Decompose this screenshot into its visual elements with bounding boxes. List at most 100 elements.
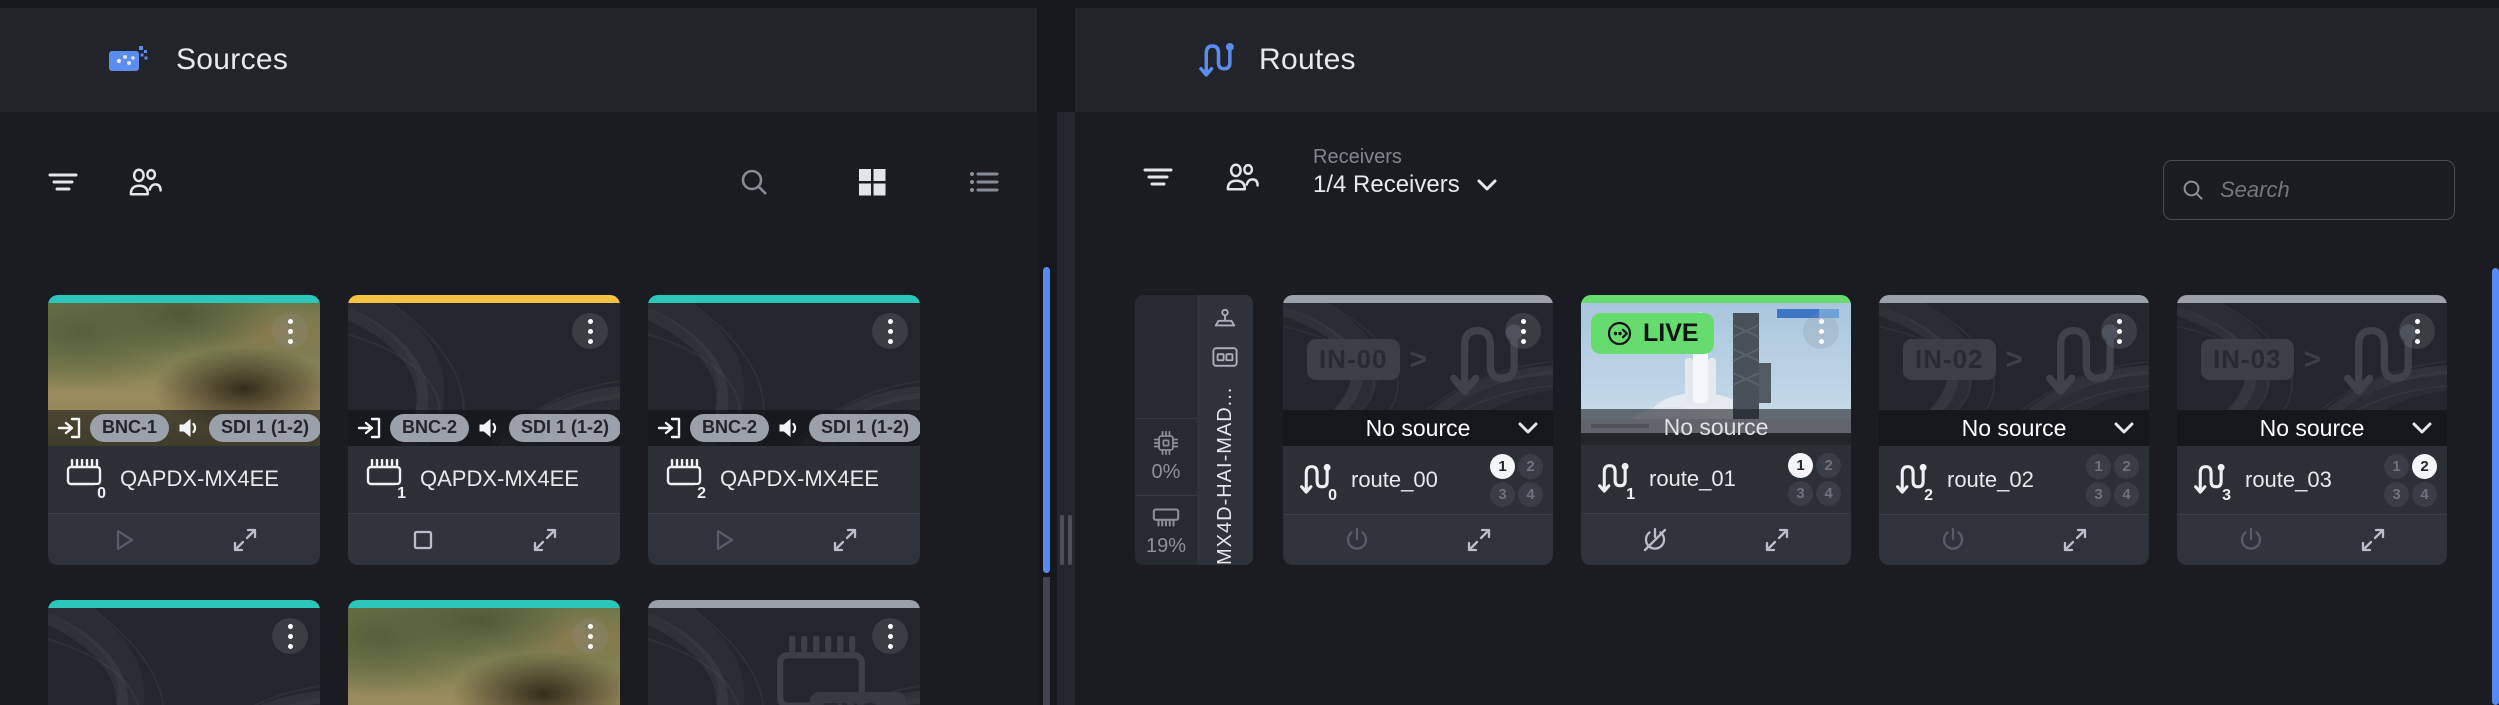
route-thumbnail: LIVE No source [1581, 303, 1851, 445]
search-box[interactable] [2163, 160, 2455, 220]
route-status-bar [2177, 295, 2447, 303]
expand-button[interactable] [229, 524, 261, 556]
source-card[interactable] [348, 600, 620, 705]
list-view-icon[interactable] [967, 165, 1001, 199]
ghost-input-label: IN-02 [1903, 339, 1996, 380]
route-status-bar [1581, 295, 1851, 303]
output-badge[interactable]: 1 [1788, 453, 1813, 478]
source-select-dropdown[interactable]: No source [1879, 410, 2149, 446]
kebab-menu-button[interactable] [1803, 313, 1839, 349]
kebab-menu-button[interactable] [572, 618, 608, 654]
source-thumbnail: BNC-1 SDI 1 (1-2) [48, 303, 320, 446]
source-card[interactable]: BNC-2 SDI 1 (1-2) [348, 295, 620, 565]
source-status-bar [48, 600, 320, 608]
source-card[interactable]: ENC-05 [648, 600, 920, 705]
routes-scrollbar[interactable] [2492, 268, 2499, 705]
sources-scrollbar-track[interactable] [1043, 577, 1050, 705]
route-status-bar [1283, 295, 1553, 303]
output-badge[interactable]: 4 [1816, 481, 1841, 506]
memory-icon [1151, 504, 1181, 530]
device-stats-empty [1135, 295, 1197, 418]
expand-button[interactable] [829, 524, 861, 556]
output-badge[interactable]: 3 [2384, 482, 2409, 507]
receivers-label: Receivers [1313, 146, 1498, 169]
route-card[interactable]: IN-02 > No source 2 [1879, 295, 2149, 565]
source-card[interactable]: BNC-2 SDI 1 (1-2) [648, 295, 920, 565]
routes-panel: Routes Receivers 1/4 Receivers [1075, 8, 2499, 705]
play-button[interactable] [107, 524, 139, 556]
chevron-down-icon [2411, 421, 2433, 435]
stop-button[interactable] [407, 524, 439, 556]
source-select-dropdown[interactable]: No source [1283, 410, 1553, 446]
output-badge[interactable]: 2 [1518, 454, 1543, 479]
route-card[interactable]: IN-00 > No source 0 [1283, 295, 1553, 565]
play-button[interactable] [707, 524, 739, 556]
multiview-icon [1212, 345, 1238, 369]
kebab-menu-button[interactable] [2101, 313, 2137, 349]
source-select-dropdown[interactable]: No source [1581, 409, 1851, 445]
output-badge[interactable]: 4 [2412, 482, 2437, 507]
encoder-chip-icon: 2 [664, 459, 704, 499]
group-icon[interactable] [128, 165, 162, 199]
sources-body: BNC-1 SDI 1 (1-2) [0, 112, 1037, 705]
group-icon[interactable] [1225, 160, 1259, 194]
kebab-menu-button[interactable] [272, 618, 308, 654]
route-card-footer [1879, 514, 2149, 565]
ghost-arrow: > [2304, 343, 2322, 377]
source-select-dropdown[interactable]: No source [2177, 410, 2447, 446]
audio-icon [176, 415, 202, 441]
output-badge[interactable]: 4 [2114, 482, 2139, 507]
route-channel: 3 [2222, 487, 2231, 505]
source-card[interactable]: BNC-1 SDI 1 (1-2) [48, 295, 320, 565]
expand-button[interactable] [1463, 524, 1495, 556]
output-badge[interactable]: 3 [1788, 481, 1813, 506]
kebab-menu-button[interactable] [1505, 313, 1541, 349]
search-input[interactable] [2220, 177, 2438, 203]
output-badge[interactable]: 1 [2384, 454, 2409, 479]
output-badges: 1 2 3 4 [2384, 454, 2437, 507]
output-badge[interactable]: 4 [1518, 482, 1543, 507]
input-badge: BNC-2 [690, 414, 769, 442]
power-off-button[interactable] [1639, 524, 1671, 556]
output-badge[interactable]: 1 [1490, 454, 1515, 479]
receivers-value: 1/4 Receivers [1313, 171, 1460, 199]
route-card-footer [1283, 514, 1553, 565]
kebab-menu-button[interactable] [272, 313, 308, 349]
output-badge[interactable]: 2 [2114, 454, 2139, 479]
ghost-input-label: IN-03 [2201, 339, 2294, 380]
search-icon[interactable] [737, 165, 771, 199]
source-name: QAPDX-MX4EE [120, 466, 279, 492]
output-badge[interactable]: 3 [1490, 482, 1515, 507]
expand-button[interactable] [2357, 524, 2389, 556]
filter-icon[interactable] [46, 165, 80, 199]
audio-badge: SDI 1 (1-2) [809, 414, 920, 442]
expand-button[interactable] [529, 524, 561, 556]
input-icon [657, 415, 683, 441]
panel-resize-handle[interactable] [1060, 515, 1072, 565]
output-badge[interactable]: 2 [1816, 453, 1841, 478]
route-card[interactable]: IN-03 > No source 3 [2177, 295, 2447, 565]
expand-button[interactable] [2059, 524, 2091, 556]
source-card[interactable] [48, 600, 320, 705]
kebab-menu-button[interactable] [872, 618, 908, 654]
source-status-bar [648, 600, 920, 608]
kebab-menu-button[interactable] [572, 313, 608, 349]
route-card[interactable]: LIVE No source 1 route_01 1 [1581, 295, 1851, 565]
receivers-dropdown[interactable]: Receivers 1/4 Receivers [1313, 146, 1498, 199]
output-badge[interactable]: 3 [2086, 482, 2111, 507]
power-button[interactable] [2235, 524, 2267, 556]
route-channel: 1 [1626, 486, 1635, 504]
grid-view-icon[interactable] [855, 165, 889, 199]
sources-scrollbar[interactable] [1043, 267, 1050, 573]
power-button[interactable] [1341, 524, 1373, 556]
kebab-menu-button[interactable] [2399, 313, 2435, 349]
filter-icon[interactable] [1141, 160, 1175, 194]
device-rail[interactable]: 0% 19% MX4D-H [1135, 295, 1253, 565]
output-badge[interactable]: 1 [2086, 454, 2111, 479]
power-button[interactable] [1937, 524, 1969, 556]
routes-toolbar: Receivers 1/4 Receivers [1075, 130, 2499, 220]
expand-button[interactable] [1761, 524, 1793, 556]
kebab-menu-button[interactable] [872, 313, 908, 349]
route-title-row: 3 route_03 1 2 3 4 [2177, 446, 2447, 514]
output-badge[interactable]: 2 [2412, 454, 2437, 479]
